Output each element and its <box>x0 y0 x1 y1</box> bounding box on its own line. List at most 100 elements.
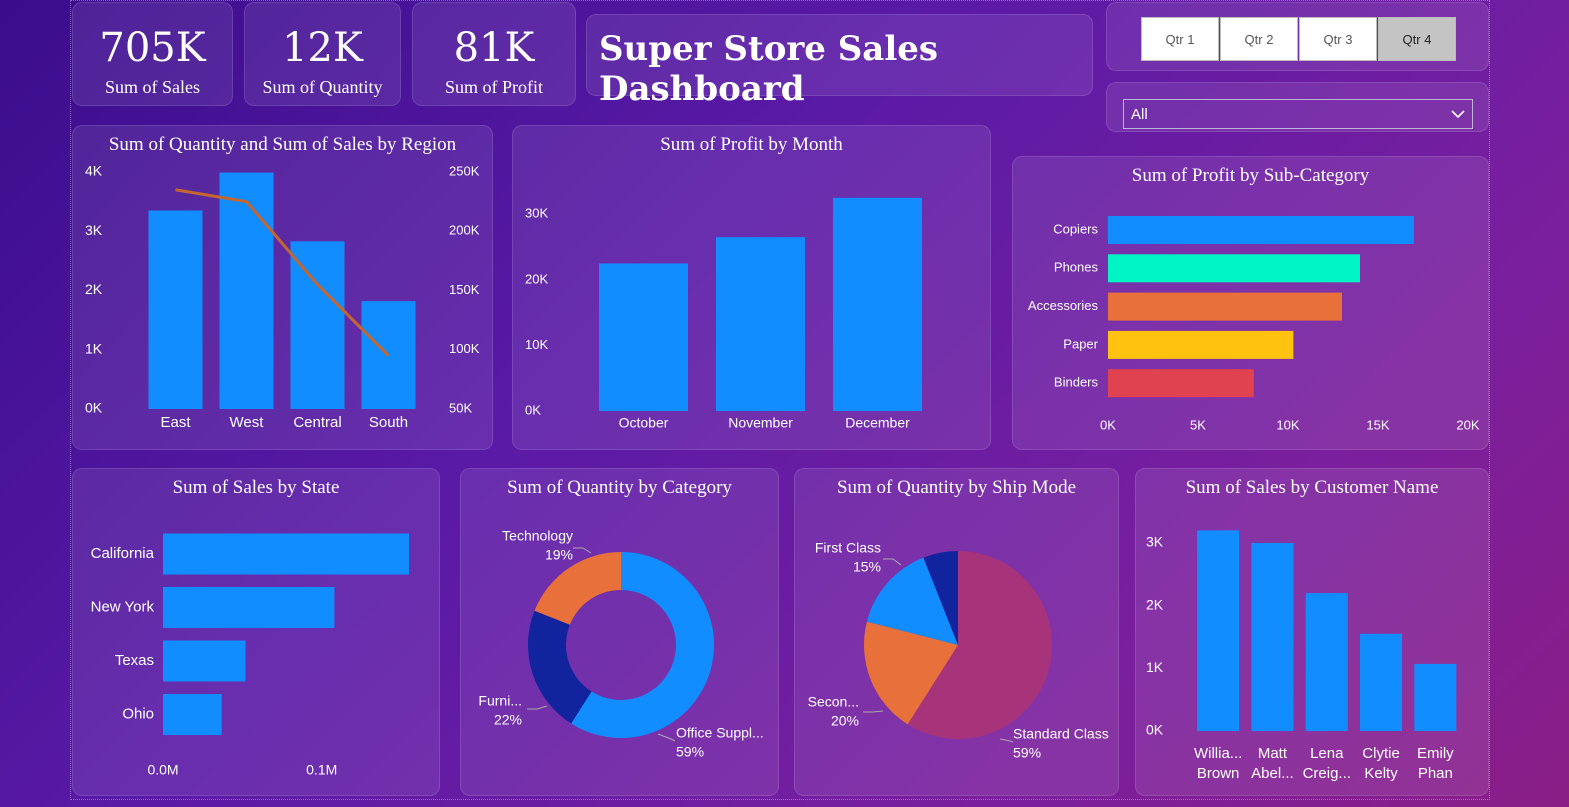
bar <box>1108 330 1294 359</box>
y-tick-label: Accessories <box>1028 298 1099 313</box>
y-tick-label: Paper <box>1063 336 1098 351</box>
chart-card-state[interactable]: Sum of Sales by State California New York… <box>72 468 440 796</box>
slicer-button-qtr-4[interactable]: Qtr 4 <box>1378 17 1456 61</box>
x-tick: 20K <box>1456 417 1479 432</box>
kpi-value: 81K <box>453 25 535 71</box>
x-tick: 0K <box>1100 417 1116 432</box>
bar <box>1305 593 1348 731</box>
chart-month-svg: 0K 10K 20K 30K October November December <box>525 197 922 431</box>
kpi-label: Sum of Quantity <box>262 77 383 97</box>
dropdown-selected-value: All <box>1131 105 1148 123</box>
chart-subcategory-svg: Copiers Phones Accessories Paper Binders 0K 5K… <box>1028 216 1480 432</box>
slicer-button-qtr-1[interactable]: Qtr 1 <box>1141 17 1219 61</box>
y-tick-left: 1K <box>85 340 103 356</box>
kpi-value: 705K <box>99 25 206 71</box>
x-tick-label: Abel... <box>1251 765 1294 782</box>
filter-dropdown[interactable]: All <box>1123 99 1473 129</box>
y-tick: 30K <box>525 206 548 221</box>
y-tick: 0K <box>1146 722 1164 738</box>
y-tick: 20K <box>525 271 548 286</box>
y-tick-right: 50K <box>449 400 472 415</box>
leader-line <box>999 738 1014 743</box>
chart-region-svg: 0K 1K 2K 3K 4K 50K 100K 150K 200K 250K East West Cen… <box>85 163 480 431</box>
chart-card-subcategory[interactable]: Sum of Profit by Sub-Category Copiers Pho… <box>1012 156 1489 450</box>
kpi-value: 12K <box>282 25 363 71</box>
slice-pct: 22% <box>494 712 522 728</box>
slice-label: First Class <box>815 540 881 556</box>
x-tick-label: South <box>369 414 408 431</box>
x-tick: 15K <box>1366 417 1389 432</box>
y-tick-label: Phones <box>1054 260 1099 275</box>
bar <box>163 640 246 682</box>
x-tick-label: Brown <box>1197 765 1240 782</box>
chevron-down-icon <box>1450 106 1466 126</box>
chart-card-category[interactable]: Sum of Quantity by Category Office Suppl… <box>460 468 779 796</box>
y-tick: 1K <box>1146 659 1164 675</box>
slice-label: Technology <box>502 528 573 544</box>
bar <box>163 587 335 628</box>
x-tick-label: November <box>728 415 793 431</box>
bar <box>163 533 409 575</box>
kpi-card-sales[interactable]: 705K Sum of Sales <box>72 2 233 106</box>
x-tick-label: October <box>619 415 669 431</box>
y-tick: 2K <box>1146 596 1164 612</box>
chart-state-svg: California New York Texas Ohio 0.0M 0.1M <box>91 533 409 778</box>
slice-pct: 20% <box>831 713 859 729</box>
y-tick-left: 4K <box>85 163 103 179</box>
series-line <box>175 188 390 357</box>
slice-label: Furni... <box>478 693 522 709</box>
x-tick-label: Lena <box>1310 745 1344 762</box>
x-tick: 0.1M <box>306 762 337 778</box>
leader-line <box>863 710 884 713</box>
dashboard-title: Super Store Sales Dashboard <box>599 29 939 109</box>
x-tick-label: Creig... <box>1303 765 1351 782</box>
bar <box>1251 542 1294 731</box>
chart-category-svg: Office Suppl... 59% Furni... 22% Technology 1… <box>478 528 764 760</box>
leader-line <box>657 733 676 742</box>
y-tick-label: Texas <box>115 652 154 669</box>
y-tick-left: 2K <box>85 281 103 297</box>
bar <box>1108 292 1342 321</box>
bar <box>163 694 222 735</box>
x-tick-label: Matt <box>1258 745 1288 762</box>
y-tick-label: Ohio <box>122 705 154 722</box>
slice-pct: 15% <box>853 559 881 575</box>
slicer-button-qtr-2[interactable]: Qtr 2 <box>1220 17 1298 61</box>
y-tick-right: 100K <box>449 341 480 356</box>
slicer-button-qtr-3[interactable]: Qtr 3 <box>1299 17 1377 61</box>
x-tick: 10K <box>1276 417 1299 432</box>
kpi-card-quantity[interactable]: 12K Sum of Quantity <box>244 2 401 106</box>
slice-label: Standard Class <box>1013 726 1109 742</box>
slice-pct: 59% <box>676 744 704 760</box>
slice-pct: 59% <box>1013 745 1041 761</box>
chart-card-region[interactable]: Sum of Quantity and Sum of Sales by Regi… <box>72 125 493 450</box>
y-tick-left: 0K <box>85 400 103 416</box>
bar <box>1108 254 1360 283</box>
y-tick: 0K <box>525 402 541 417</box>
dropdown-slicer: All <box>1106 82 1489 132</box>
bar <box>1414 663 1457 731</box>
x-tick-label: December <box>845 415 910 431</box>
quarter-slicer: Qtr 1 Qtr 2 Qtr 3 Qtr 4 <box>1106 2 1489 71</box>
y-tick-label: Binders <box>1054 375 1099 390</box>
chart-card-month[interactable]: Sum of Profit by Month 0K 10K 20K 30K Octobe… <box>512 125 991 450</box>
kpi-label: Sum of Sales <box>104 77 200 97</box>
slice-label: Office Suppl... <box>676 725 764 741</box>
x-tick-label: Kelty <box>1364 765 1398 782</box>
y-tick-right: 250K <box>449 163 480 178</box>
bar <box>290 241 345 409</box>
chart-card-shipmode[interactable]: Sum of Quantity by Ship Mode Standard Cl… <box>794 468 1119 796</box>
y-tick-right: 200K <box>449 223 480 238</box>
bar <box>833 197 922 411</box>
leader-line <box>527 705 548 710</box>
kpi-card-profit[interactable]: 81K Sum of Profit <box>412 2 576 106</box>
bar <box>1108 369 1254 398</box>
bar <box>219 172 274 409</box>
dashboard-title-card: Super Store Sales Dashboard <box>586 14 1093 109</box>
chart-card-customer[interactable]: Sum of Sales by Customer Name 0K 1K 2K 3K Wi… <box>1135 468 1489 796</box>
x-tick-label: Central <box>293 414 341 431</box>
bar <box>1108 216 1414 244</box>
x-tick-label: East <box>160 414 191 431</box>
x-tick-label: Emily <box>1417 745 1454 762</box>
slice-pct: 19% <box>545 547 573 563</box>
